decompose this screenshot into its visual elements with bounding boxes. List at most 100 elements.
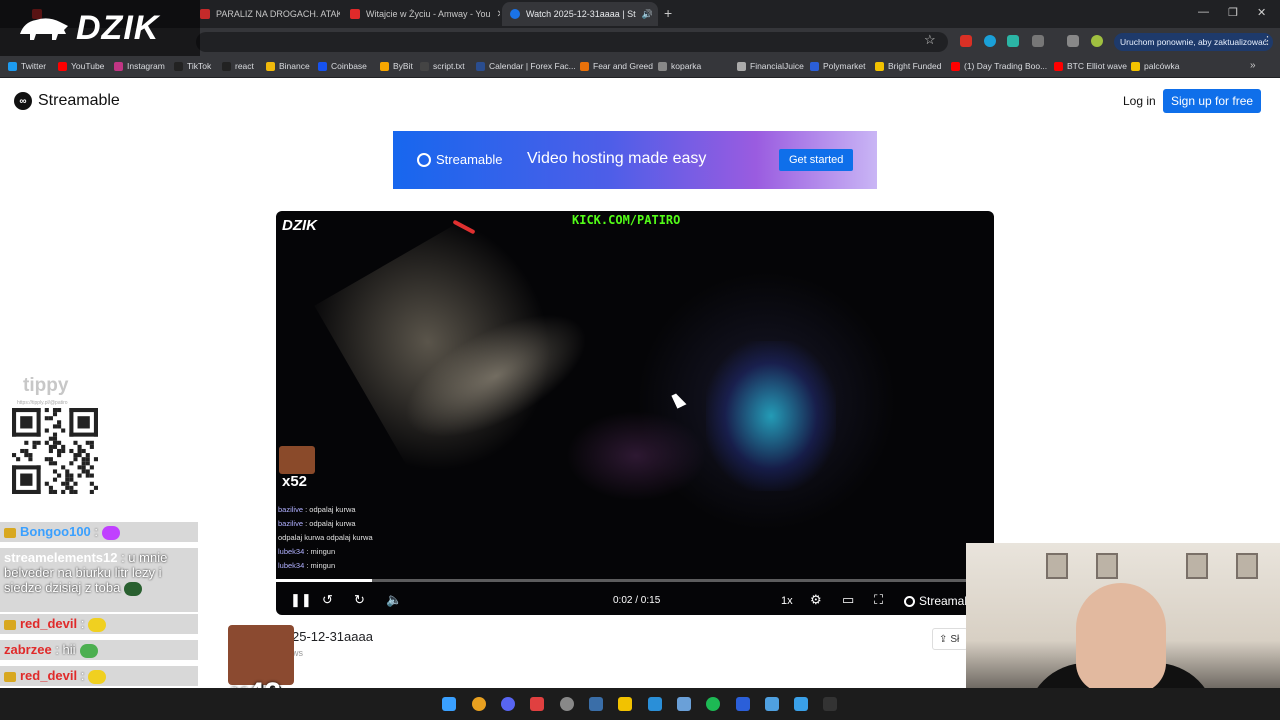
boar-icon <box>20 18 68 40</box>
banner-logo-text: Streamable <box>436 152 503 167</box>
bookmark-favicon-icon <box>580 61 589 71</box>
close-icon[interactable]: ✕ <box>497 9 500 20</box>
bookmark-favicon-icon <box>222 61 231 71</box>
playback-speed[interactable]: 1x <box>781 595 793 607</box>
video-progress-bar[interactable] <box>276 579 994 582</box>
bookmark-item[interactable]: Instagram <box>114 61 165 71</box>
bookmark-item[interactable]: FinancialJuice <box>737 61 804 71</box>
chat-text: : <box>90 524 99 539</box>
bookmark-label: palcówka <box>1144 61 1180 71</box>
app-icon[interactable] <box>794 697 808 711</box>
player-brand[interactable]: Streamab <box>904 594 971 608</box>
notepad-icon[interactable] <box>765 697 779 711</box>
close-window-icon[interactable]: ✕ <box>1257 6 1266 19</box>
terminal-icon[interactable] <box>823 697 837 711</box>
bookmark-favicon-icon <box>737 61 746 71</box>
bookmark-item[interactable]: koparka <box>658 61 701 71</box>
bookmark-item[interactable]: Calendar | Forex Fac... <box>476 61 576 71</box>
streamable-logo[interactable]: ∞ Streamable <box>14 92 120 110</box>
app-icon[interactable] <box>560 697 574 711</box>
bookmark-favicon-icon <box>318 61 327 71</box>
bookmark-favicon-icon <box>951 61 960 71</box>
bookmark-item[interactable]: (1) Day Trading Boo... <box>951 61 1047 71</box>
share-button[interactable]: ⇪ Sł <box>932 628 968 650</box>
picture-in-picture-icon[interactable]: ▭ <box>842 592 854 608</box>
wall-frame <box>1236 553 1258 579</box>
bookmark-item[interactable]: ByBit <box>380 61 413 71</box>
bookmark-item[interactable]: Polymarket <box>810 61 866 71</box>
forward-icon[interactable]: ↻ <box>354 592 365 608</box>
video-player[interactable]: DZIK KICK.COM/PATIRO x52 bazilive : odpa… <box>276 211 994 615</box>
audio-icon[interactable]: 🔊 <box>642 9 653 20</box>
puzzle-icon[interactable] <box>1032 35 1044 47</box>
chrome-icon[interactable] <box>472 697 486 711</box>
app-icon[interactable] <box>677 697 691 711</box>
bookmark-item[interactable]: Fear and Greed <box>580 61 653 71</box>
chat-username: zabrzee <box>4 642 52 657</box>
bookmark-favicon-icon <box>875 61 884 71</box>
youtube-icon <box>350 9 360 19</box>
bookmark-item[interactable]: Twitter <box>8 61 46 71</box>
bookmark-item[interactable]: palcówka <box>1131 61 1179 71</box>
bookmark-item[interactable]: BTC Elliot wave <box>1054 61 1127 71</box>
settings-gear-icon[interactable]: ⚙ <box>810 592 822 608</box>
minimize-icon[interactable]: — <box>1198 6 1209 18</box>
menu-list-icon[interactable] <box>1067 35 1079 47</box>
bookmark-item[interactable]: TikTok <box>174 61 211 71</box>
get-started-button[interactable]: Get started <box>779 149 854 171</box>
streamable-icon <box>510 9 520 19</box>
bookmark-label: YouTube <box>71 61 105 71</box>
spotify-icon[interactable] <box>706 697 720 711</box>
video-controls: ❚❚ ↺ ↻ 🔈 0:02 / 0:15 1x ⚙ ▭ ⛶ Streamab <box>276 585 994 615</box>
player-brand-text: Streamab <box>919 594 972 608</box>
windows-start-icon[interactable] <box>442 697 456 711</box>
browser-tab[interactable]: Witajcie w Życiu - Amway - You ✕ <box>342 2 500 26</box>
video-chat-line: lubek34 : mingun <box>278 561 336 570</box>
discord-icon[interactable] <box>501 697 515 711</box>
app-icon[interactable] <box>736 697 750 711</box>
chat-text: : <box>77 616 85 631</box>
bookmark-item[interactable]: Binance <box>266 61 310 71</box>
chat-message: red_devil : <box>0 614 198 634</box>
kebab-menu-icon[interactable]: ⋮ <box>1262 34 1273 47</box>
signup-button[interactable]: Sign up for free <box>1163 89 1262 113</box>
tab-title: Watch 2025-12-31aaaa | St <box>526 9 636 19</box>
bookmark-label: Binance <box>279 61 310 71</box>
profile-avatar[interactable] <box>1091 35 1103 47</box>
update-button[interactable]: Uruchom ponownie, aby zaktualizować <box>1114 33 1273 51</box>
chat-emote-icon <box>79 643 98 658</box>
chat-message: streamelements12 : u mnie belveder na bi… <box>0 548 198 612</box>
pause-icon[interactable]: ❚❚ <box>290 592 312 608</box>
fullscreen-icon[interactable]: ⛶ <box>874 592 883 608</box>
video-title: 25-12-31aaaa <box>292 629 373 644</box>
chat-emote-icon <box>124 581 143 596</box>
rewind-icon[interactable]: ↺ <box>322 592 333 608</box>
video-progress-fill <box>276 579 372 582</box>
promo-banner[interactable]: Streamable Video hosting made easy Get s… <box>393 131 877 189</box>
bookmark-item[interactable]: YouTube <box>58 61 104 71</box>
new-tab-icon[interactable]: + <box>664 5 672 21</box>
bookmark-favicon-icon <box>420 61 429 71</box>
url-input[interactable] <box>196 32 948 52</box>
folder-icon[interactable] <box>618 697 632 711</box>
login-link[interactable]: Log in <box>1123 94 1156 108</box>
app-icon[interactable] <box>530 697 544 711</box>
extension-icon[interactable] <box>960 35 972 47</box>
bookmark-label: FinancialJuice <box>750 61 804 71</box>
bookmark-item[interactable]: Bright Funded <box>875 61 941 71</box>
bookmark-item[interactable]: Coinbase <box>318 61 367 71</box>
chevron-more-icon[interactable]: » <box>1250 60 1256 71</box>
app-icon[interactable] <box>648 697 662 711</box>
extension-icon[interactable] <box>1007 35 1019 47</box>
bookmark-item[interactable]: script.txt <box>420 61 465 71</box>
video-time: 0:02 / 0:15 <box>613 595 661 606</box>
video-chat: bazilive : odpalaj kurwa bazilive : odpa… <box>278 503 373 573</box>
extension-icon[interactable] <box>984 35 996 47</box>
bookmark-star-icon[interactable]: ☆ <box>924 32 936 48</box>
restore-icon[interactable]: ❐ <box>1228 6 1238 19</box>
volume-icon[interactable]: 🔈 <box>386 592 402 608</box>
bookmark-item[interactable]: react <box>222 61 254 71</box>
browser-tab[interactable]: PARALIZ NA DROGACH. ATAK Z ✕ <box>192 2 340 26</box>
steam-icon[interactable] <box>589 697 603 711</box>
browser-tab-active[interactable]: Watch 2025-12-31aaaa | St 🔊 ✕ <box>502 2 658 26</box>
